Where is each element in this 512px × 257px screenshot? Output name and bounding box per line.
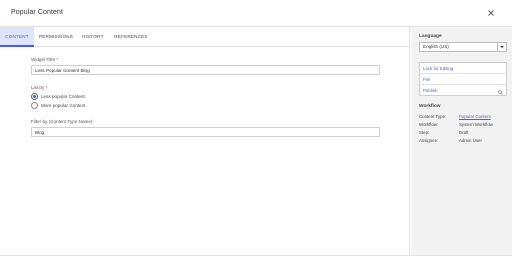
workflow-key: Workflow: (419, 122, 439, 127)
radio-button[interactable] (31, 102, 38, 109)
filter-label: Filter by (Content Type Name) (31, 119, 93, 124)
workflow-value: System Workflow (459, 122, 493, 127)
publish-button[interactable]: Publish (420, 85, 506, 96)
workflow-key: Assignee: (419, 138, 439, 143)
radio-less-popular-label: Less popular Content (41, 94, 85, 99)
workflow-content-type-row: Content Type: Popular Content (419, 114, 509, 121)
search-icon[interactable] (498, 88, 503, 99)
workflow-key: Content Type: (419, 114, 447, 119)
language-select[interactable]: English (US) (419, 42, 507, 52)
workflow-value: Draft (459, 130, 469, 135)
tab-references[interactable]: REFERENCES (110, 27, 152, 47)
workflow-workflow-row: Workflow: System Workflow (419, 122, 509, 129)
tab-history[interactable]: HISTORY (78, 27, 108, 47)
tab-bar: CONTENT PERMISSIONS HISTORY REFERENCES (0, 27, 410, 47)
content-panel: CONTENT PERMISSIONS HISTORY REFERENCES W… (0, 27, 410, 256)
action-list: Lock for Editing File Publish (419, 62, 507, 96)
sidebar: Language English (US) Lock for Editing F… (411, 27, 512, 256)
dialog-header: Popular Content (0, 0, 512, 27)
tab-content[interactable]: CONTENT (0, 27, 34, 47)
radio-button-checked[interactable] (31, 93, 38, 100)
list-by-label: List by * (31, 85, 48, 90)
workflow-assignee-row: Assignee: Admin User (419, 138, 509, 145)
filter-input[interactable] (31, 127, 380, 137)
radio-more-popular-label: More popular Content (41, 103, 86, 108)
lock-for-editing-button[interactable]: Lock for Editing (420, 63, 506, 74)
workflow-step-row: Step: Draft (419, 130, 509, 137)
divider (0, 255, 512, 256)
language-label: Language (419, 34, 442, 39)
workflow-key: Step: (419, 130, 430, 135)
tab-permissions[interactable]: PERMISSIONS (35, 27, 77, 47)
workflow-value: Admin User (459, 138, 482, 143)
close-icon[interactable] (486, 8, 496, 18)
chevron-down-icon[interactable] (497, 43, 506, 51)
workflow-label: Workflow (419, 104, 441, 109)
content-edit-dialog: Popular Content CONTENT PERMISSIONS HIST… (0, 0, 512, 257)
content-type-link[interactable]: Popular Content (459, 114, 491, 119)
publish-label: Publish (423, 88, 438, 93)
widget-title-label: Widget Title * (31, 57, 59, 62)
dialog-title: Popular Content (11, 9, 64, 16)
language-value: English (US) (423, 44, 449, 49)
widget-title-input[interactable] (31, 65, 380, 75)
file-button[interactable]: File (420, 74, 506, 85)
